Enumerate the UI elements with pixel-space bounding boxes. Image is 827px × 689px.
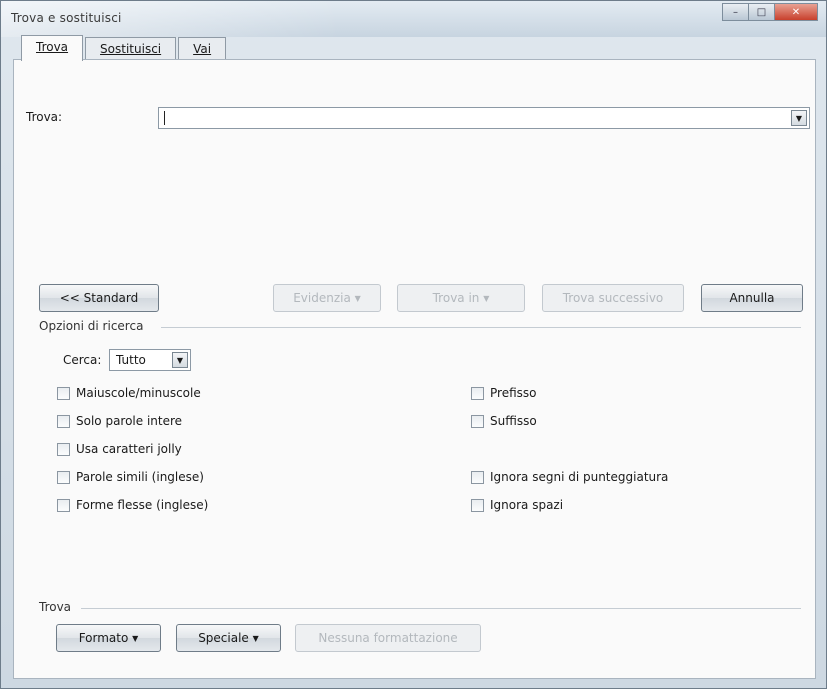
checkbox-box[interactable] [57, 414, 70, 428]
search-options-divider [161, 327, 801, 328]
find-label: Trova: [26, 110, 63, 124]
find-input[interactable]: ▼ [158, 107, 810, 129]
text-caret [164, 111, 165, 125]
tab-vai[interactable]: Vai [178, 37, 227, 61]
evidenzia-button[interactable]: Evidenzia ▼ [273, 284, 381, 312]
minimize-icon[interactable]: – [722, 3, 748, 21]
checkbox-label: Usa caratteri jolly [76, 442, 182, 456]
checkbox-label: Ignora segni di punteggiatura [490, 470, 669, 484]
checkbox-label: Maiuscole/minuscole [76, 386, 201, 400]
checkbox-box[interactable] [57, 498, 70, 512]
window-title: Trova e sostituisci [11, 11, 122, 25]
annulla-button[interactable]: Annulla [701, 284, 803, 312]
cerca-select[interactable]: Tutto ▼ [109, 349, 191, 371]
title-bar[interactable]: Trova e sostituisci – □ ✕ [1, 1, 826, 37]
checkbox-box[interactable] [57, 442, 70, 456]
nessuna-formattazione-button[interactable]: Nessuna formattazione [295, 624, 481, 652]
checkbox-box[interactable] [57, 470, 70, 484]
tab-sostituisci[interactable]: Sostituisci [85, 37, 177, 61]
chevron-down-icon: ▼ [354, 293, 361, 303]
cerca-value: Tutto [116, 353, 146, 367]
evidenzia-label: Evidenzia [293, 291, 351, 305]
chevron-down-icon: ▼ [252, 633, 259, 643]
speciale-label: Speciale [198, 631, 249, 645]
trova-successivo-button[interactable]: Trova successivo [542, 284, 684, 312]
checkbox-box[interactable] [471, 386, 484, 400]
triangle-down-icon[interactable]: ▼ [791, 110, 807, 126]
find-section-divider [81, 608, 801, 609]
checkbox-box[interactable] [471, 414, 484, 428]
speciale-button[interactable]: Speciale ▼ [176, 624, 281, 652]
trova-in-button[interactable]: Trova in ▼ [397, 284, 525, 312]
checkbox-parole-simili[interactable]: Parole simili (inglese) [57, 470, 204, 484]
checkbox-solo-parole-intere[interactable]: Solo parole intere [57, 414, 182, 428]
cerca-label: Cerca: [63, 353, 102, 367]
checkbox-box[interactable] [57, 386, 70, 400]
checkbox-label: Forme flesse (inglese) [76, 498, 209, 512]
search-options-title: Opzioni di ricerca [39, 319, 144, 333]
chevron-down-icon: ▼ [132, 633, 139, 643]
tab-trova-label: Trova [36, 40, 69, 54]
checkbox-prefisso[interactable]: Prefisso [471, 386, 536, 400]
checkbox-forme-flesse[interactable]: Forme flesse (inglese) [57, 498, 208, 512]
formato-label: Formato [78, 631, 129, 645]
tab-vai-label: Vai [193, 42, 212, 56]
find-section-title: Trova [39, 600, 72, 614]
checkbox-label: Parole simili (inglese) [76, 470, 204, 484]
triangle-down-icon[interactable]: ▼ [172, 352, 188, 368]
checkbox-label: Solo parole intere [76, 414, 183, 428]
tab-strip: Trova Sostituisci Vai [21, 35, 228, 61]
checkbox-ignora-punteggiatura[interactable]: Ignora segni di punteggiatura [471, 470, 668, 484]
checkbox-label: Suffisso [490, 414, 537, 428]
trova-in-label: Trova in [432, 291, 480, 305]
standard-button[interactable]: << Standard [39, 284, 159, 312]
checkbox-box[interactable] [471, 498, 484, 512]
checkbox-suffisso[interactable]: Suffisso [471, 414, 537, 428]
maximize-icon[interactable]: □ [748, 3, 774, 21]
tab-sostituisci-label: Sostituisci [100, 42, 162, 56]
checkbox-ignora-spazi[interactable]: Ignora spazi [471, 498, 563, 512]
tab-trova[interactable]: Trova [21, 35, 84, 61]
checkbox-label: Prefisso [490, 386, 537, 400]
window-controls: – □ ✕ [722, 3, 818, 21]
find-replace-dialog: Trova e sostituisci – □ ✕ Trova Sostitui… [0, 0, 827, 689]
checkbox-label: Ignora spazi [490, 498, 564, 512]
checkbox-box[interactable] [471, 470, 484, 484]
checkbox-maiuscole[interactable]: Maiuscole/minuscole [57, 386, 201, 400]
chevron-down-icon: ▼ [483, 293, 490, 303]
formato-button[interactable]: Formato ▼ [56, 624, 161, 652]
close-icon[interactable]: ✕ [774, 3, 818, 21]
checkbox-caratteri-jolly[interactable]: Usa caratteri jolly [57, 442, 182, 456]
